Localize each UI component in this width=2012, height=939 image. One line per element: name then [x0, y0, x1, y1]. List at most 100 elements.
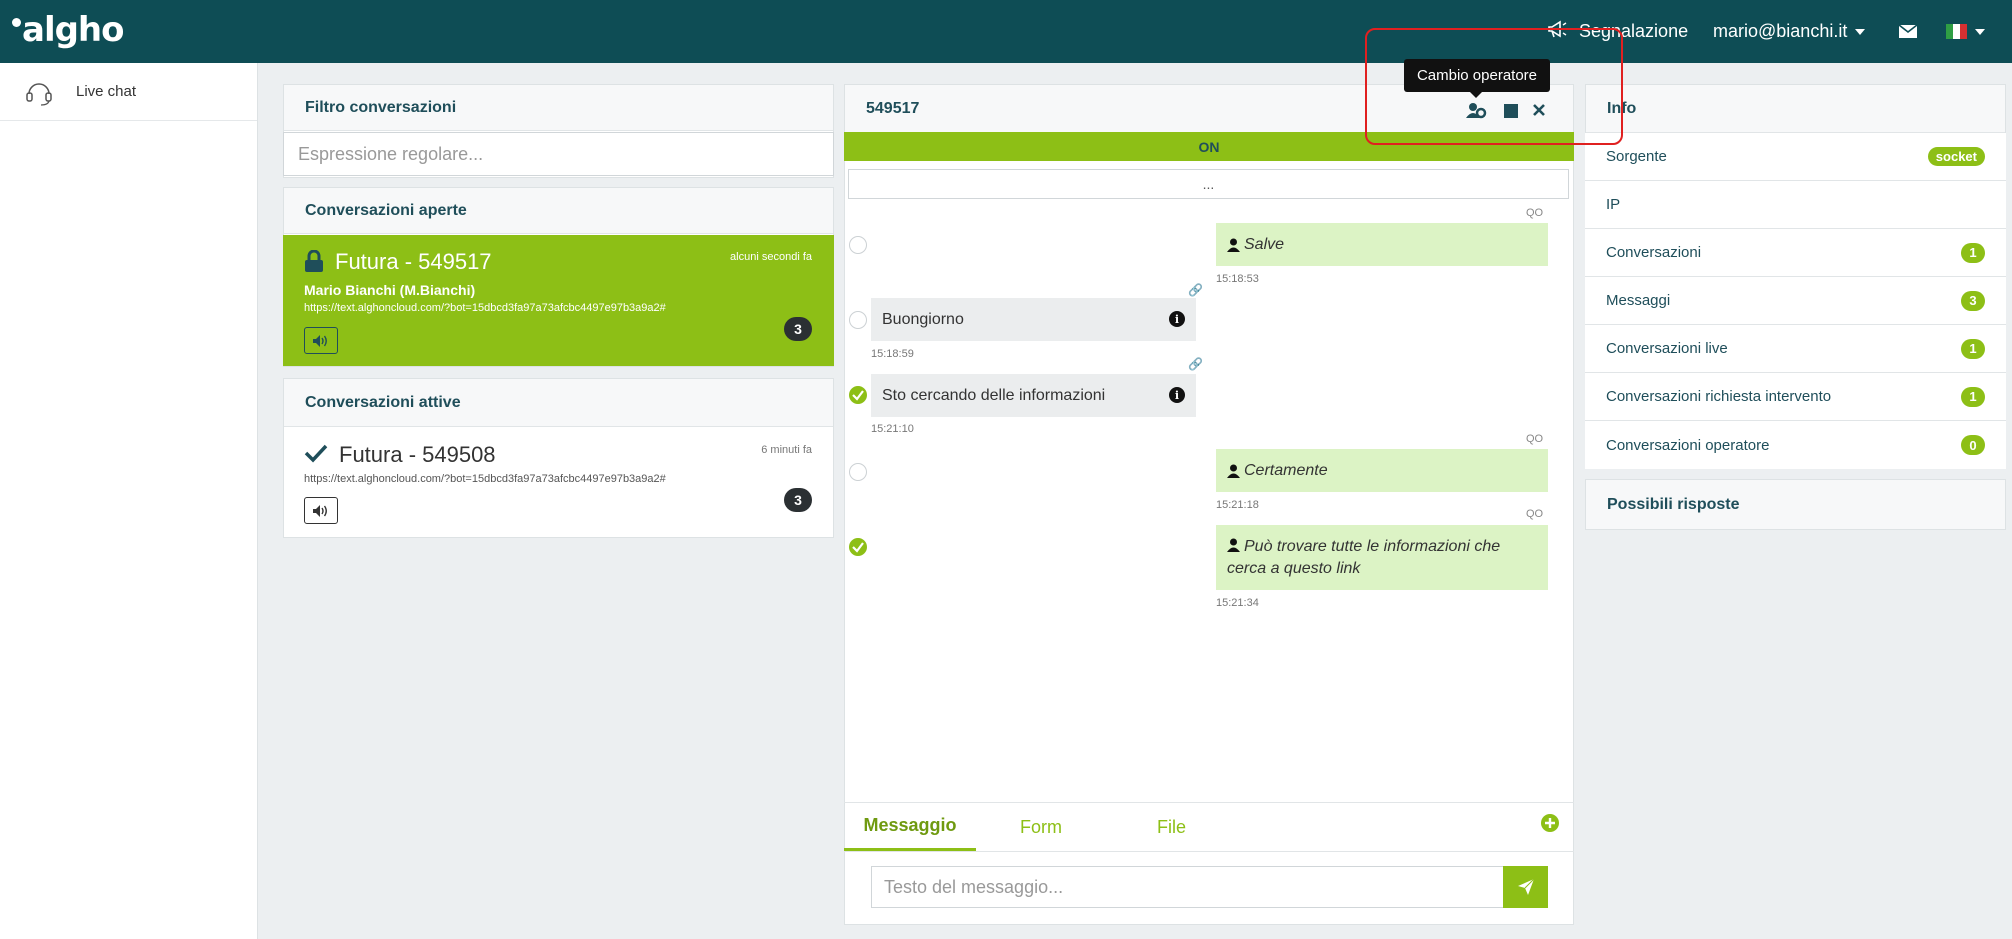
info-label: Messaggi	[1606, 292, 1671, 309]
count-badge: 0	[1961, 435, 1985, 455]
tab-message[interactable]: Messaggio	[844, 803, 976, 851]
tab-file[interactable]: File	[1106, 803, 1237, 851]
user-icon	[1227, 464, 1240, 478]
message-text: Buongiorno	[882, 310, 964, 328]
headset-icon	[26, 82, 52, 106]
message-time: 15:18:53	[1216, 273, 1259, 285]
check-icon	[852, 390, 864, 401]
message-text: Può trovare tutte le informazioni che ce…	[1227, 538, 1501, 577]
message-count-badge: 3	[784, 317, 812, 341]
user-email: mario@bianchi.it	[1713, 21, 1848, 41]
mail-button[interactable]	[1899, 0, 1917, 63]
message-select-radio[interactable]	[849, 463, 867, 481]
paper-plane-icon	[1517, 878, 1534, 895]
volume-button[interactable]	[304, 327, 338, 354]
message-time: 15:21:10	[871, 423, 914, 435]
info-row-messages: Messaggi 3	[1585, 277, 2006, 325]
language-menu[interactable]	[1946, 0, 1985, 63]
load-more-button[interactable]: ...	[848, 169, 1569, 199]
sidebar: Live chat	[0, 63, 258, 939]
conversation-time: alcuni secondi fa	[730, 251, 812, 263]
message-time: 15:21:34	[1216, 597, 1259, 609]
info-label: Conversazioni operatore	[1606, 436, 1770, 454]
count-badge: 1	[1961, 242, 1985, 263]
count-badge: 1	[1961, 386, 1985, 407]
responses-title: Possibili risposte	[1586, 480, 2005, 529]
tab-form[interactable]: Form	[976, 803, 1106, 851]
filter-title: Filtro conversazioni	[284, 85, 833, 131]
message-text: Sto cercando delle informazioni	[882, 386, 1106, 404]
chat-panel: 549517	[844, 84, 1574, 925]
algho-logo[interactable]: algho	[12, 10, 124, 50]
link-icon[interactable]: 🔗	[1188, 357, 1203, 371]
sender-label: QO	[1526, 508, 1544, 520]
source-badge: socket	[1927, 147, 1985, 166]
conversation-item-open[interactable]: Futura - 549517 alcuni secondi fa Mario …	[283, 235, 834, 366]
user-message: Sto cercando delle informazioni	[871, 374, 1196, 417]
check-icon	[304, 443, 328, 467]
conversation-url: https://text.alghoncloud.com/?bot=15dbcd…	[304, 302, 666, 314]
lock-icon	[304, 249, 324, 276]
user-menu[interactable]: mario@bianchi.it	[1713, 0, 1866, 63]
message-input[interactable]: Testo del messaggio...	[871, 866, 1504, 908]
info-row-ip: IP	[1585, 181, 2006, 229]
conversation-user: Mario Bianchi (M.Bianchi)	[304, 282, 476, 298]
message-text: Salve	[1244, 235, 1285, 253]
operator-message: Salve	[1216, 223, 1548, 266]
message-select-radio[interactable]	[849, 236, 867, 254]
message-text: Certamente	[1244, 461, 1328, 479]
divider	[844, 851, 1574, 852]
info-label: IP	[1606, 196, 1621, 213]
conversation-item-active[interactable]: Futura - 549508 6 minuti fa https://text…	[283, 428, 834, 536]
info-title: Info	[1586, 85, 2005, 133]
info-icon[interactable]: i	[1169, 387, 1185, 403]
user-message: Buongiorno	[871, 298, 1196, 341]
sidebar-item-label: Live chat	[76, 83, 137, 100]
filter-input[interactable]: Espressione regolare...	[283, 132, 834, 176]
info-label: Conversazioni live	[1606, 340, 1728, 357]
info-row-conversations: Conversazioni 1	[1585, 229, 2006, 277]
info-icon[interactable]: i	[1169, 311, 1185, 327]
operator-message: Può trovare tutte le informazioni che ce…	[1216, 525, 1548, 590]
open-conversations-title: Conversazioni aperte	[284, 188, 833, 234]
plus-circle-icon	[1541, 814, 1559, 832]
check-icon	[852, 542, 864, 553]
info-label: Conversazioni richiesta intervento	[1606, 388, 1832, 405]
message-time: 15:18:59	[871, 348, 914, 360]
send-button[interactable]	[1503, 866, 1548, 908]
conversation-time: 6 minuti fa	[761, 444, 812, 456]
link-icon[interactable]: 🔗	[1188, 283, 1203, 297]
operator-message: Certamente	[1216, 449, 1548, 492]
conversation-title: Futura - 549508	[339, 442, 496, 467]
sender-label: QO	[1526, 207, 1544, 219]
message-count-badge: 3	[784, 488, 812, 512]
annotation-highlight	[1365, 28, 1623, 145]
info-row-intervention: Conversazioni richiesta intervento 1	[1585, 373, 2006, 421]
conversation-url: https://text.alghoncloud.com/?bot=15dbcd…	[304, 473, 666, 485]
info-row-live-conversations: Conversazioni live 1	[1585, 325, 2006, 373]
user-icon	[1227, 538, 1240, 552]
info-label: Sorgente	[1606, 148, 1667, 165]
count-badge: 3	[1961, 290, 1985, 311]
message-select-radio[interactable]	[849, 311, 867, 329]
sidebar-item-live-chat[interactable]: Live chat	[0, 63, 257, 121]
chevron-down-icon	[1975, 28, 1985, 35]
envelope-icon	[1899, 25, 1917, 38]
info-label: Conversazioni	[1606, 244, 1702, 261]
message-time: 15:21:18	[1216, 499, 1259, 511]
volume-icon	[313, 334, 327, 347]
italian-flag-icon	[1946, 24, 1967, 39]
chevron-down-icon	[1855, 28, 1866, 35]
info-row-source: Sorgente socket	[1585, 133, 2006, 181]
volume-button[interactable]	[304, 497, 338, 524]
info-row-operator: Conversazioni operatore 0	[1585, 421, 2006, 469]
message-select-radio-checked[interactable]	[849, 386, 867, 404]
user-icon	[1227, 238, 1240, 252]
count-badge: 1	[1961, 338, 1985, 359]
volume-icon	[313, 504, 327, 517]
active-conversations-title: Conversazioni attive	[284, 379, 833, 427]
add-button[interactable]	[1541, 814, 1559, 836]
sender-label: QO	[1526, 433, 1544, 445]
message-select-radio-checked[interactable]	[849, 538, 867, 556]
responses-panel[interactable]: Possibili risposte	[1585, 479, 2006, 530]
